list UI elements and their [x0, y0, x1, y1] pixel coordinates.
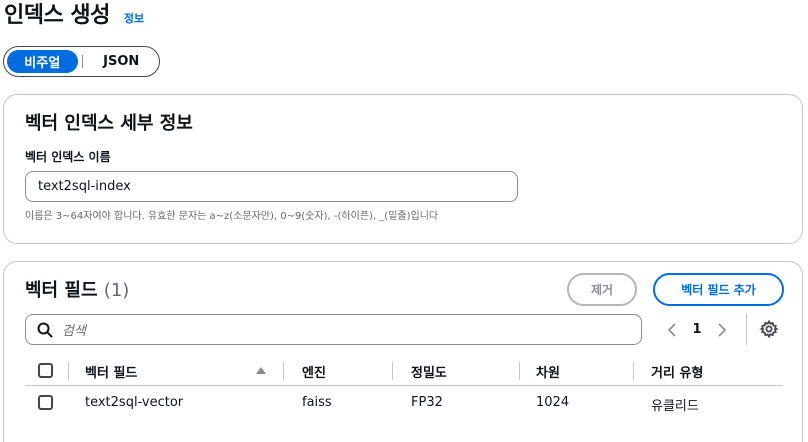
cell-precision: FP32: [411, 395, 443, 410]
chevron-left-icon[interactable]: [662, 320, 682, 340]
column-header-engine[interactable]: 엔진: [302, 362, 326, 381]
column-divider: [519, 362, 520, 380]
column-header-field[interactable]: 벡터 필드: [85, 362, 137, 381]
column-divider: [392, 362, 393, 380]
page-header: 인덱스 생성 정보: [4, 0, 144, 36]
index-name-value: text2sql-index: [38, 179, 131, 194]
sort-up-icon[interactable]: [256, 367, 266, 374]
fields-title-text: 벡터 필드: [25, 280, 98, 301]
info-link[interactable]: 정보: [124, 10, 144, 26]
cell-field: text2sql-vector: [85, 395, 184, 410]
column-divider: [68, 362, 69, 380]
column-divider: [283, 362, 284, 380]
cell-engine: faiss: [302, 395, 332, 410]
pager-divider: [746, 314, 747, 345]
index-name-label: 벡터 인덱스 이름: [25, 150, 111, 164]
cell-distance: 유클리드: [651, 399, 699, 414]
view-toggle: 비주얼 JSON: [3, 46, 160, 77]
remove-button[interactable]: 제거: [567, 273, 637, 306]
table-row: text2sql-vector faiss FP32 1024 유클리드: [25, 386, 783, 418]
page-title: 인덱스 생성: [4, 3, 110, 28]
fields-card-title: 벡터 필드 (1): [25, 276, 129, 302]
search-input[interactable]: 검색: [25, 314, 642, 345]
table-header: 벡터 필드 엔진 정밀도 차원 거리 유형: [25, 356, 783, 386]
column-header-precision[interactable]: 정밀도: [411, 362, 447, 381]
index-details-card: 벡터 인덱스 세부 정보 벡터 인덱스 이름 text2sql-index 이름…: [3, 94, 803, 244]
row-checkbox[interactable]: [38, 395, 53, 410]
json-tab[interactable]: JSON: [87, 50, 157, 73]
search-placeholder: 검색: [62, 324, 86, 339]
gear-icon[interactable]: [759, 319, 779, 339]
pagination: 1: [662, 314, 732, 345]
index-name-input[interactable]: text2sql-index: [25, 171, 518, 202]
details-card-title: 벡터 인덱스 세부 정보: [25, 113, 193, 134]
index-name-hint: 이름은 3~64자여야 합니다. 유효한 문자는 a~z(소문자만), 0~9(…: [25, 211, 439, 222]
column-header-distance[interactable]: 거리 유형: [651, 362, 703, 381]
visual-tab[interactable]: 비주얼: [7, 50, 78, 73]
column-divider: [633, 362, 634, 380]
select-all-checkbox[interactable]: [38, 363, 53, 378]
vector-fields-card: 벡터 필드 (1) 제거 벡터 필드 추가 검색 1 벡터 필드 엔진 정밀도 …: [3, 261, 803, 442]
column-header-dimension[interactable]: 차원: [536, 362, 560, 381]
toggle-divider: [81, 55, 83, 68]
page-number[interactable]: 1: [682, 322, 712, 337]
fields-count: (1): [103, 280, 130, 301]
cell-dimension: 1024: [536, 395, 570, 410]
add-vector-field-button[interactable]: 벡터 필드 추가: [653, 273, 784, 306]
search-icon: [37, 322, 53, 338]
vector-fields-table: 벡터 필드 엔진 정밀도 차원 거리 유형 text2sql-vector fa…: [25, 356, 783, 418]
chevron-right-icon[interactable]: [712, 320, 732, 340]
